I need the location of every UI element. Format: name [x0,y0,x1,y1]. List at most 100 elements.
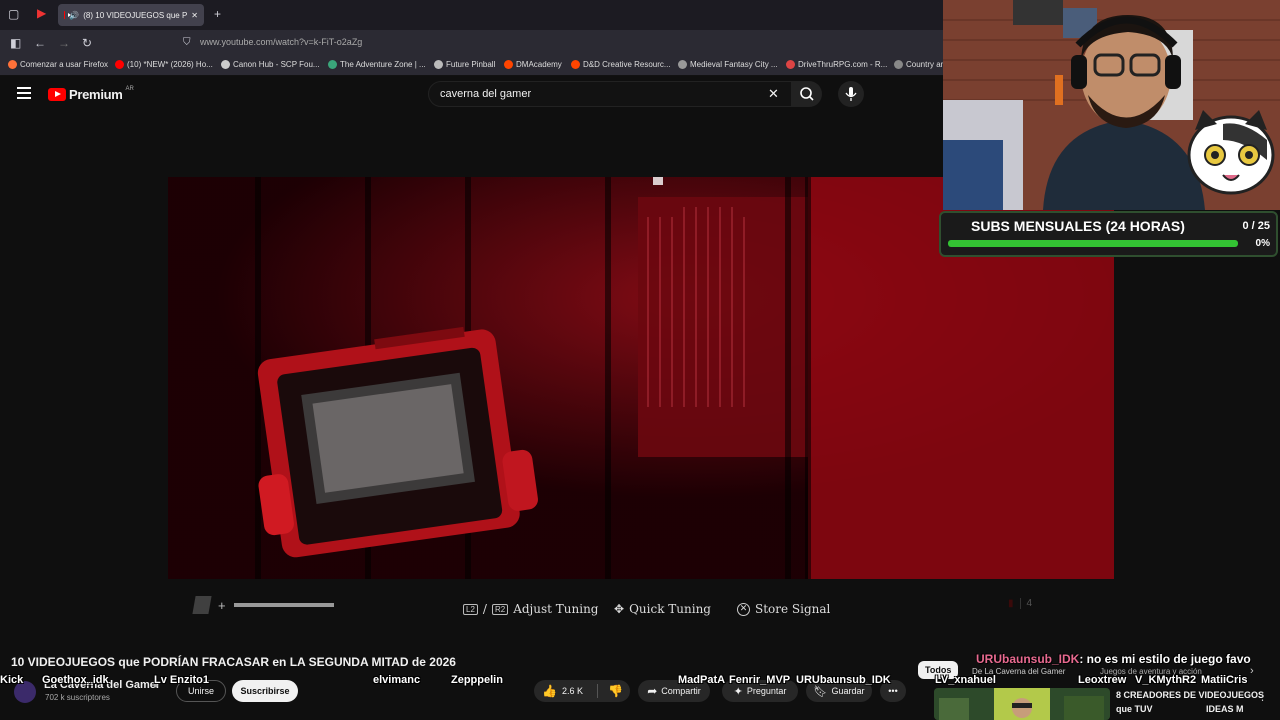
suggested-title-line1[interactable]: 8 CREADORES DE VIDEOJUEGOS [1116,690,1264,700]
bookmark-item[interactable]: D&D Creative Resourc... [571,60,671,69]
signal-counter: ▮ 4 [1008,598,1032,609]
l2-key: L2 [463,603,478,615]
premium-logo-text: Premium [69,87,123,102]
youtube-play-icon [48,88,66,101]
tab-title: (8) 10 VIDEOJUEGOS que P [83,10,188,20]
thumbnail-image [934,688,1110,720]
voice-search-button[interactable] [838,81,864,107]
suggested-thumbnail[interactable] [934,688,1110,720]
slider-track [233,603,334,607]
chat-viewer-name: Lv Enzito1 [154,674,210,686]
subscriber-count: 702 k suscriptores [45,693,110,702]
tuning-slider[interactable]: + [192,596,334,614]
sidebar-toggle-icon[interactable]: ◧ [10,37,21,49]
chat-viewer-name: MadPatA [678,674,726,686]
adjust-tuning-hint: L2 / R2 Adjust Tuning [463,602,599,616]
bookmark-favicon-icon [504,60,513,69]
ask-label: Preguntar [746,686,787,696]
region-code: AR [125,85,134,92]
bookmark-item[interactable]: Canon Hub - SCP Fou... [221,60,320,69]
video-title: 10 VIDEOJUEGOS que PODRÍAN FRACASAR en L… [11,655,456,669]
subs-progress-bar [948,240,1238,247]
chat-viewer-name: Kick [0,674,24,686]
bookmark-favicon-icon [8,60,17,69]
active-tab[interactable]: 🔊 (8) 10 VIDEOJUEGOS que P ✕ [58,4,204,26]
bookmark-favicon-icon [221,60,230,69]
subs-goal-count: 0 / 25 [1242,220,1270,232]
bookmark-label: D&D Creative Resourc... [583,60,671,69]
bookmark-item[interactable]: DMAcademy [504,60,562,69]
chips-next-icon[interactable]: › [1250,665,1254,677]
chat-viewer-name: Goethox_idk [42,674,109,686]
new-tab-icon[interactable]: + [214,8,221,20]
bookmark-item[interactable]: Future Pinball [434,60,495,69]
youtube-favicon-icon [64,11,73,19]
bookmark-label: Medieval Fantasy City ... [690,60,778,69]
subscribe-button[interactable]: Suscribirse [232,680,298,702]
chat-message-user: URUbaunsub_IDK [976,652,1080,666]
suggested-menu-icon[interactable]: ⋮ [1257,690,1268,703]
menu-icon[interactable] [17,87,31,99]
bookmark-favicon-icon [786,60,795,69]
plus-icon: + [218,597,226,613]
bookmark-label: Future Pinball [446,60,496,69]
streamer-webcam [943,0,1280,210]
bookmark-icon: 🔖︎ [813,685,828,698]
tab-overview-icon[interactable]: ▢ [8,8,19,20]
store-signal-label: Store Signal [755,602,831,616]
youtube-logo[interactable]: Premium AR [48,85,134,102]
url-bar[interactable]: www.youtube.com/watch?v=k-FiT-o2aZg [200,37,362,47]
chat-viewer-name: Leoxtrew [1078,674,1127,686]
suggested-title-line2[interactable]: que TUV [1116,704,1153,714]
bookmark-label: Country an [906,60,946,69]
share-label: Compartir [661,686,701,696]
counter-mark-icon: ▮ [1008,598,1014,609]
forward-icon[interactable]: → [58,37,70,49]
radio-icon [192,596,212,614]
site-security-icon[interactable]: ⛉ [183,37,191,49]
like-count: 2.6 K [561,686,583,696]
cross-button-icon: ✕ [737,602,750,616]
youtube-pinned-icon[interactable]: ▶ [37,7,46,19]
like-button[interactable]: 👍 2.6 K [542,684,583,698]
search-input[interactable]: caverna del gamer [440,88,531,100]
bookmark-item[interactable]: Medieval Fantasy City ... [678,60,778,69]
back-icon[interactable]: ← [34,37,46,49]
thumbs-up-icon: 👍 [542,684,557,698]
signal-count: 4 [1019,598,1032,609]
bookmark-item[interactable]: DriveThruRPG.com - R... [786,60,887,69]
store-signal-hint: ✕ Store Signal [737,602,830,616]
reload-icon[interactable]: ↻ [82,37,92,49]
bookmark-item[interactable]: Country an [894,60,945,69]
r2-key: R2 [491,603,509,615]
subscribe-label: Suscribirse [240,686,290,696]
save-label: Guardar [831,686,865,696]
subs-goal-label: SUBS MENSUALES (24 HORAS) [971,218,1185,234]
bookmark-favicon-icon [894,60,903,69]
clear-search-icon[interactable]: ✕ [768,86,779,102]
chat-viewer-name: Fenrir_MVP [729,674,791,686]
thumbs-down-icon[interactable]: 👎 [608,684,623,698]
key-separator: / [482,602,487,616]
bookmark-label: (10) *NEW* (2026) Ho... [127,60,213,69]
bookmark-label: DMAcademy [516,60,562,69]
suggested-title-line3[interactable]: IDEAS M [1206,704,1244,714]
share-icon: ➦ [647,684,658,698]
bookmark-item[interactable]: (10) *NEW* (2026) Ho... [115,60,213,69]
like-dislike-group: 👍 2.6 K 👎 [534,680,630,702]
sparkle-icon: ✦ [733,685,743,698]
dpad-icon: ✥ [614,602,625,616]
more-icon: ••• [888,686,898,696]
chat-viewer-name: LV_xnahuel [935,674,996,686]
bookmark-item[interactable]: Comenzar a usar Firefox [8,60,108,69]
bookmark-label: Canon Hub - SCP Fou... [233,60,320,69]
search-icon [800,87,814,101]
bookmark-favicon-icon [678,60,687,69]
adjust-tuning-label: Adjust Tuning [513,602,599,616]
close-tab-icon[interactable]: ✕ [191,11,198,20]
chat-message-text: : no es mi estilo de juego favo [1079,652,1251,666]
quick-tuning-hint: ✥ Quick Tuning [614,602,711,616]
bookmark-item[interactable]: The Adventure Zone | ... [328,60,426,69]
subs-goal-widget: SUBS MENSUALES (24 HORAS) 0 / 25 0% [939,211,1278,257]
search-button[interactable] [792,81,822,107]
